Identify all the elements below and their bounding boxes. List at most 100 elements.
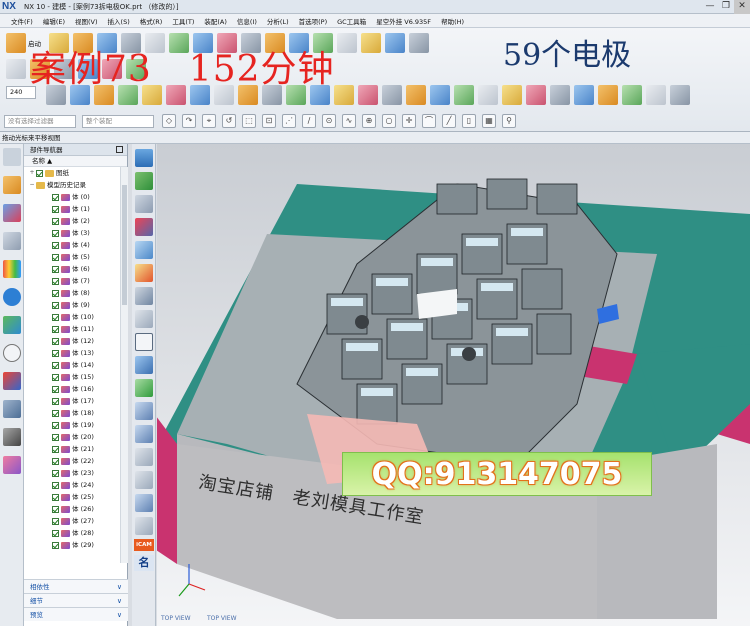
visibility-checkbox[interactable] — [52, 289, 59, 297]
palette-icon[interactable] — [3, 372, 21, 390]
visibility-checkbox[interactable] — [52, 193, 59, 201]
scrollbar-thumb[interactable] — [122, 185, 127, 305]
menu-xingkong-plugin[interactable]: 星空外挂 V6.935F — [371, 16, 436, 26]
snap-tangent-icon[interactable]: ∕ — [302, 114, 316, 128]
subtract-icon[interactable] — [382, 85, 402, 105]
tree-node-body[interactable]: 体 (18) — [24, 407, 120, 419]
visibility-checkbox[interactable] — [52, 361, 59, 369]
block-icon[interactable] — [135, 264, 153, 282]
tree-node-body[interactable]: 体 (23) — [24, 467, 120, 479]
export-icon[interactable] — [622, 85, 642, 105]
snap-pole-icon[interactable]: ✛ — [402, 114, 416, 128]
box-body-icon[interactable] — [135, 241, 153, 259]
visibility-checkbox[interactable] — [52, 325, 59, 333]
snap-point-icon[interactable]: ⌖ — [202, 114, 216, 128]
electrode-design-icon[interactable] — [135, 287, 153, 305]
section-icon[interactable] — [526, 85, 546, 105]
navigator-scrollbar[interactable] — [120, 167, 128, 563]
render-sphere-icon[interactable] — [361, 33, 381, 53]
image-icon[interactable] — [385, 33, 405, 53]
menu-preferences[interactable]: 首选项(P) — [294, 16, 333, 26]
snap-polygon-icon[interactable]: ⌒ — [422, 114, 436, 128]
tree-node-body[interactable]: 体 (11) — [24, 323, 120, 335]
tree-node-drawing[interactable]: + 图纸 — [24, 167, 120, 179]
menu-gc-toolbox[interactable]: GC工具箱 — [332, 16, 371, 26]
snap-parallel-icon[interactable]: ▦ — [482, 114, 496, 128]
icam-button[interactable]: iCAM — [134, 539, 154, 551]
visibility-checkbox[interactable] — [52, 397, 59, 405]
gear-icon[interactable] — [3, 148, 21, 166]
roles-icon[interactable] — [3, 400, 21, 418]
tree-node-body[interactable]: 体 (28) — [24, 527, 120, 539]
visibility-checkbox[interactable] — [52, 457, 59, 465]
tree-node-body[interactable]: 体 (16) — [24, 383, 120, 395]
rename-icon[interactable] — [135, 356, 153, 374]
column-header-name[interactable]: 名称 ▲ — [24, 156, 127, 167]
snap-quadrant-icon[interactable]: ⬚ — [242, 114, 256, 128]
sew-icon[interactable] — [430, 85, 450, 105]
snap-endpoint-icon[interactable]: ◇ — [162, 114, 176, 128]
snap-existing-icon[interactable]: ⋰ — [282, 114, 296, 128]
cleanup-icon[interactable] — [135, 517, 153, 535]
tree-node-body[interactable]: 体 (12) — [24, 335, 120, 347]
visibility-checkbox[interactable] — [52, 313, 59, 321]
snap-on-face-icon[interactable]: ⊕ — [362, 114, 376, 128]
visibility-checkbox[interactable] — [52, 253, 59, 261]
constraint-navigator-icon[interactable] — [3, 204, 21, 222]
snap-center-icon[interactable]: ↺ — [222, 114, 236, 128]
collapse-icon[interactable]: − — [28, 179, 36, 191]
visibility-checkbox[interactable] — [52, 493, 59, 501]
visibility-checkbox[interactable] — [52, 265, 59, 273]
check-icon[interactable] — [135, 379, 153, 397]
visibility-checkbox[interactable] — [52, 205, 59, 213]
tree-node-body[interactable]: 体 (10) — [24, 311, 120, 323]
coordinate-icon[interactable] — [135, 333, 153, 351]
intersect-icon[interactable] — [406, 85, 426, 105]
edit-body-icon[interactable] — [135, 471, 153, 489]
settings-icon[interactable] — [574, 85, 594, 105]
delete-face-icon[interactable] — [502, 85, 522, 105]
visibility-checkbox[interactable] — [52, 421, 59, 429]
snap-perpendicular-icon[interactable]: ▯ — [462, 114, 476, 128]
visibility-checkbox[interactable] — [52, 385, 59, 393]
visibility-checkbox[interactable] — [52, 229, 59, 237]
menu-insert[interactable]: 插入(S) — [103, 16, 135, 26]
parameter-icon[interactable] — [135, 448, 153, 466]
visibility-checkbox[interactable] — [52, 373, 59, 381]
extract-icon[interactable] — [135, 172, 153, 190]
tree-node-body[interactable]: 体 (7) — [24, 275, 120, 287]
visibility-checkbox[interactable] — [52, 409, 59, 417]
menu-help[interactable]: 帮助(H) — [436, 16, 469, 26]
layer-move-icon[interactable] — [135, 402, 153, 420]
report-icon[interactable] — [598, 85, 618, 105]
history-icon[interactable] — [3, 344, 21, 362]
tree-node-body[interactable]: 体 (8) — [24, 287, 120, 299]
assembly-navigator-icon[interactable] — [3, 176, 21, 194]
panel-details[interactable]: 细节 ∨ — [24, 593, 128, 607]
unite-icon[interactable] — [358, 85, 378, 105]
visibility-checkbox[interactable] — [52, 337, 59, 345]
visibility-checkbox[interactable] — [52, 505, 59, 513]
select-icon[interactable] — [6, 59, 26, 79]
panel-dependencies[interactable]: 相依性 ∨ — [24, 579, 128, 593]
grid-icon[interactable] — [646, 85, 666, 105]
selection-filter-select[interactable]: 没有选择过滤器 — [4, 114, 76, 128]
info-icon[interactable] — [3, 288, 21, 306]
tree-node-body[interactable]: 体 (25) — [24, 491, 120, 503]
part-navigator-icon[interactable] — [3, 232, 21, 250]
patch-icon[interactable] — [454, 85, 474, 105]
menu-tools[interactable]: 工具(T) — [167, 16, 199, 26]
minimize-button[interactable]: — — [702, 0, 718, 14]
menu-edit[interactable]: 编辑(E) — [38, 16, 70, 26]
snap-bounded-icon[interactable]: ○ — [382, 114, 396, 128]
layer-copy-icon[interactable] — [135, 425, 153, 443]
tree-node-body[interactable]: 体 (15) — [24, 371, 120, 383]
menu-analysis[interactable]: 分析(L) — [262, 16, 294, 26]
pattern-icon[interactable] — [334, 85, 354, 105]
web-browser-icon[interactable] — [3, 316, 21, 334]
checkbox-icon[interactable] — [36, 169, 43, 177]
visibility-checkbox[interactable] — [52, 541, 59, 549]
system-scene-icon[interactable] — [3, 428, 21, 446]
tree-node-body[interactable]: 体 (26) — [24, 503, 120, 515]
visibility-checkbox[interactable] — [52, 445, 59, 453]
